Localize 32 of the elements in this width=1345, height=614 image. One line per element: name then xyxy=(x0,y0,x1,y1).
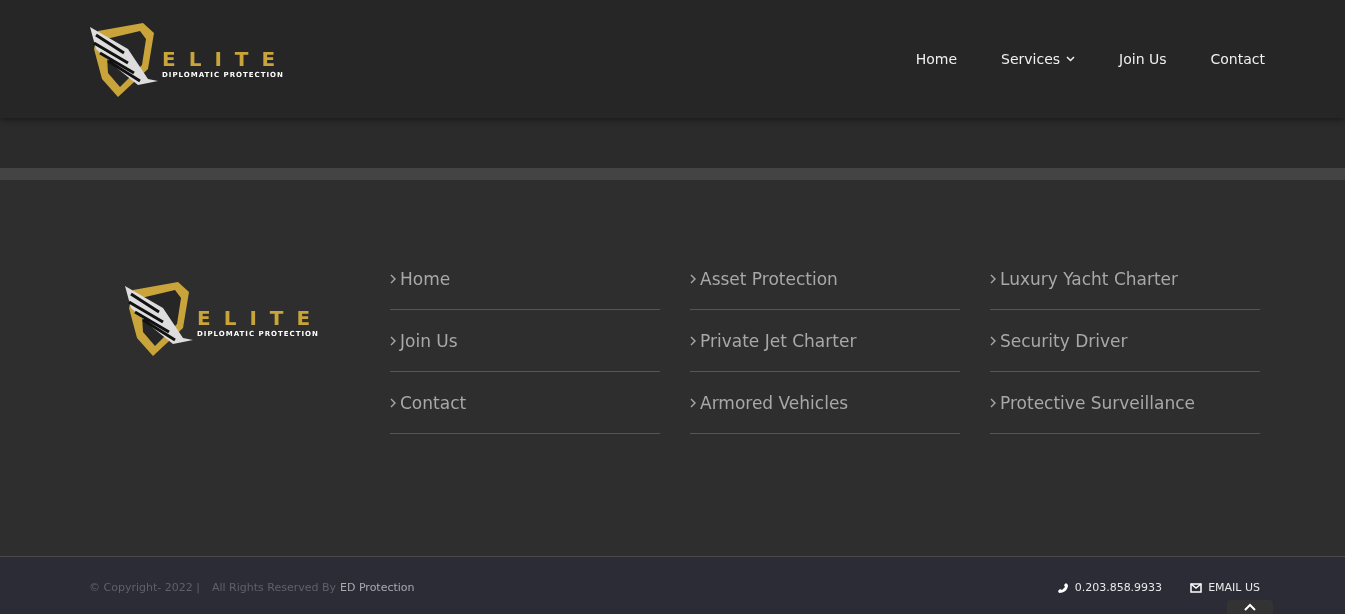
footer-link[interactable]: Asset Protection xyxy=(690,248,960,310)
chevron-right-icon xyxy=(390,273,396,284)
footer-link[interactable]: Join Us xyxy=(390,310,660,372)
footer-link[interactable]: Home xyxy=(390,248,660,310)
email-link[interactable]: EMAIL US xyxy=(1190,581,1260,594)
footer-link[interactable]: Luxury Yacht Charter xyxy=(990,248,1260,310)
chevron-right-icon xyxy=(990,397,996,408)
footer-link[interactable]: Contact xyxy=(390,372,660,434)
logo-title: ELITE xyxy=(162,49,289,69)
nav-link[interactable]: Join Us xyxy=(1119,51,1167,67)
nav-link[interactable]: Home xyxy=(915,51,958,67)
chevron-right-icon xyxy=(390,335,396,346)
chevron-right-icon xyxy=(990,273,996,284)
logo-title: ELITE xyxy=(197,308,324,328)
footer-link[interactable]: Private Jet Charter xyxy=(690,310,960,372)
nav-link[interactable]: Contact xyxy=(1210,51,1265,67)
envelope-icon xyxy=(1190,582,1203,593)
phone-icon xyxy=(1056,581,1069,594)
company-link[interactable]: ED Protection xyxy=(340,581,415,594)
chevron-right-icon xyxy=(690,273,696,284)
chevron-right-icon xyxy=(990,335,996,346)
footer-link[interactable]: Armored Vehicles xyxy=(690,372,960,434)
chevron-right-icon xyxy=(690,335,696,346)
chevron-down-icon xyxy=(1066,56,1076,62)
footer-link[interactable]: Protective Surveillance xyxy=(990,372,1260,434)
chevron-up-icon xyxy=(1244,603,1256,611)
chevron-right-icon xyxy=(390,397,396,408)
footer-link[interactable]: Security Driver xyxy=(990,310,1260,372)
phone-link[interactable]: 0.203.858.9933 xyxy=(1056,581,1163,594)
scroll-top-button[interactable] xyxy=(1227,600,1273,614)
nav-link[interactable]: Services xyxy=(1001,51,1076,67)
chevron-right-icon xyxy=(690,397,696,408)
